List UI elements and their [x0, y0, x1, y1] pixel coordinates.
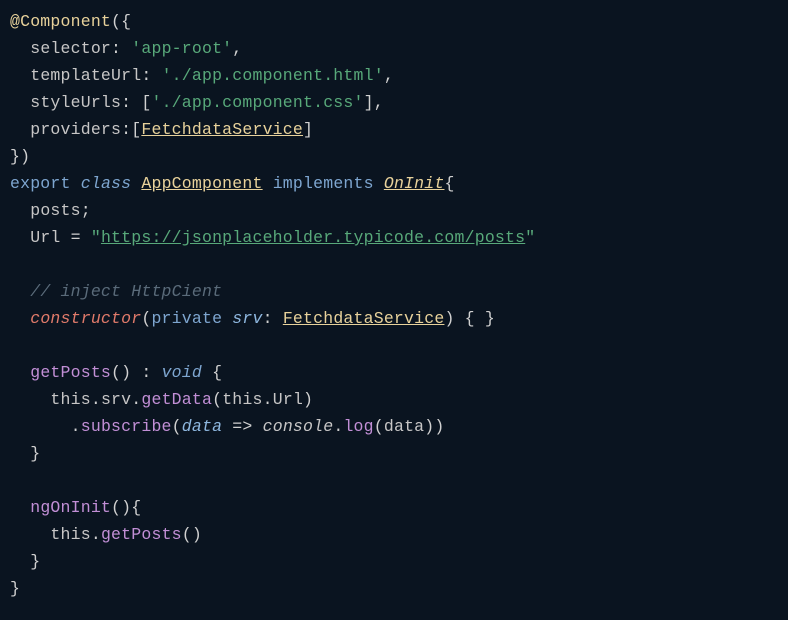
url-string: https://jsonplaceholder.typicode.com/pos… — [101, 228, 525, 247]
code-line: } — [10, 552, 40, 571]
code-line: providers:[FetchdataService] — [10, 120, 313, 139]
code-line: .subscribe(data => console.log(data)) — [10, 417, 445, 436]
code-line: export class AppComponent implements OnI… — [10, 174, 455, 193]
decorator: @Component — [10, 12, 111, 31]
code-editor[interactable]: @Component({ selector: 'app-root', templ… — [10, 8, 778, 602]
code-line: templateUrl: './app.component.html', — [10, 66, 394, 85]
code-line: }) — [10, 147, 30, 166]
code-line: } — [10, 444, 40, 463]
code-line: styleUrls: ['./app.component.css'], — [10, 93, 384, 112]
code-line: selector: 'app-root', — [10, 39, 242, 58]
constructor: constructor — [30, 309, 141, 328]
method-name: ngOnInit — [30, 498, 111, 517]
class-name: AppComponent — [141, 174, 262, 193]
code-line: ngOnInit(){ — [10, 498, 141, 517]
code-line: } — [10, 579, 20, 598]
comment: // inject HttpCient — [30, 282, 222, 301]
code-line: // inject HttpCient — [10, 282, 222, 301]
code-line: this.srv.getData(this.Url) — [10, 390, 313, 409]
code-line: constructor(private srv: FetchdataServic… — [10, 309, 495, 328]
code-line: getPosts() : void { — [10, 363, 222, 382]
code-line: posts; — [10, 201, 91, 220]
code-line: @Component({ — [10, 12, 131, 31]
code-line: Url = "https://jsonplaceholder.typicode.… — [10, 228, 535, 247]
method-name: getPosts — [30, 363, 111, 382]
interface-name: OnInit — [384, 174, 445, 193]
code-line: this.getPosts() — [10, 525, 202, 544]
